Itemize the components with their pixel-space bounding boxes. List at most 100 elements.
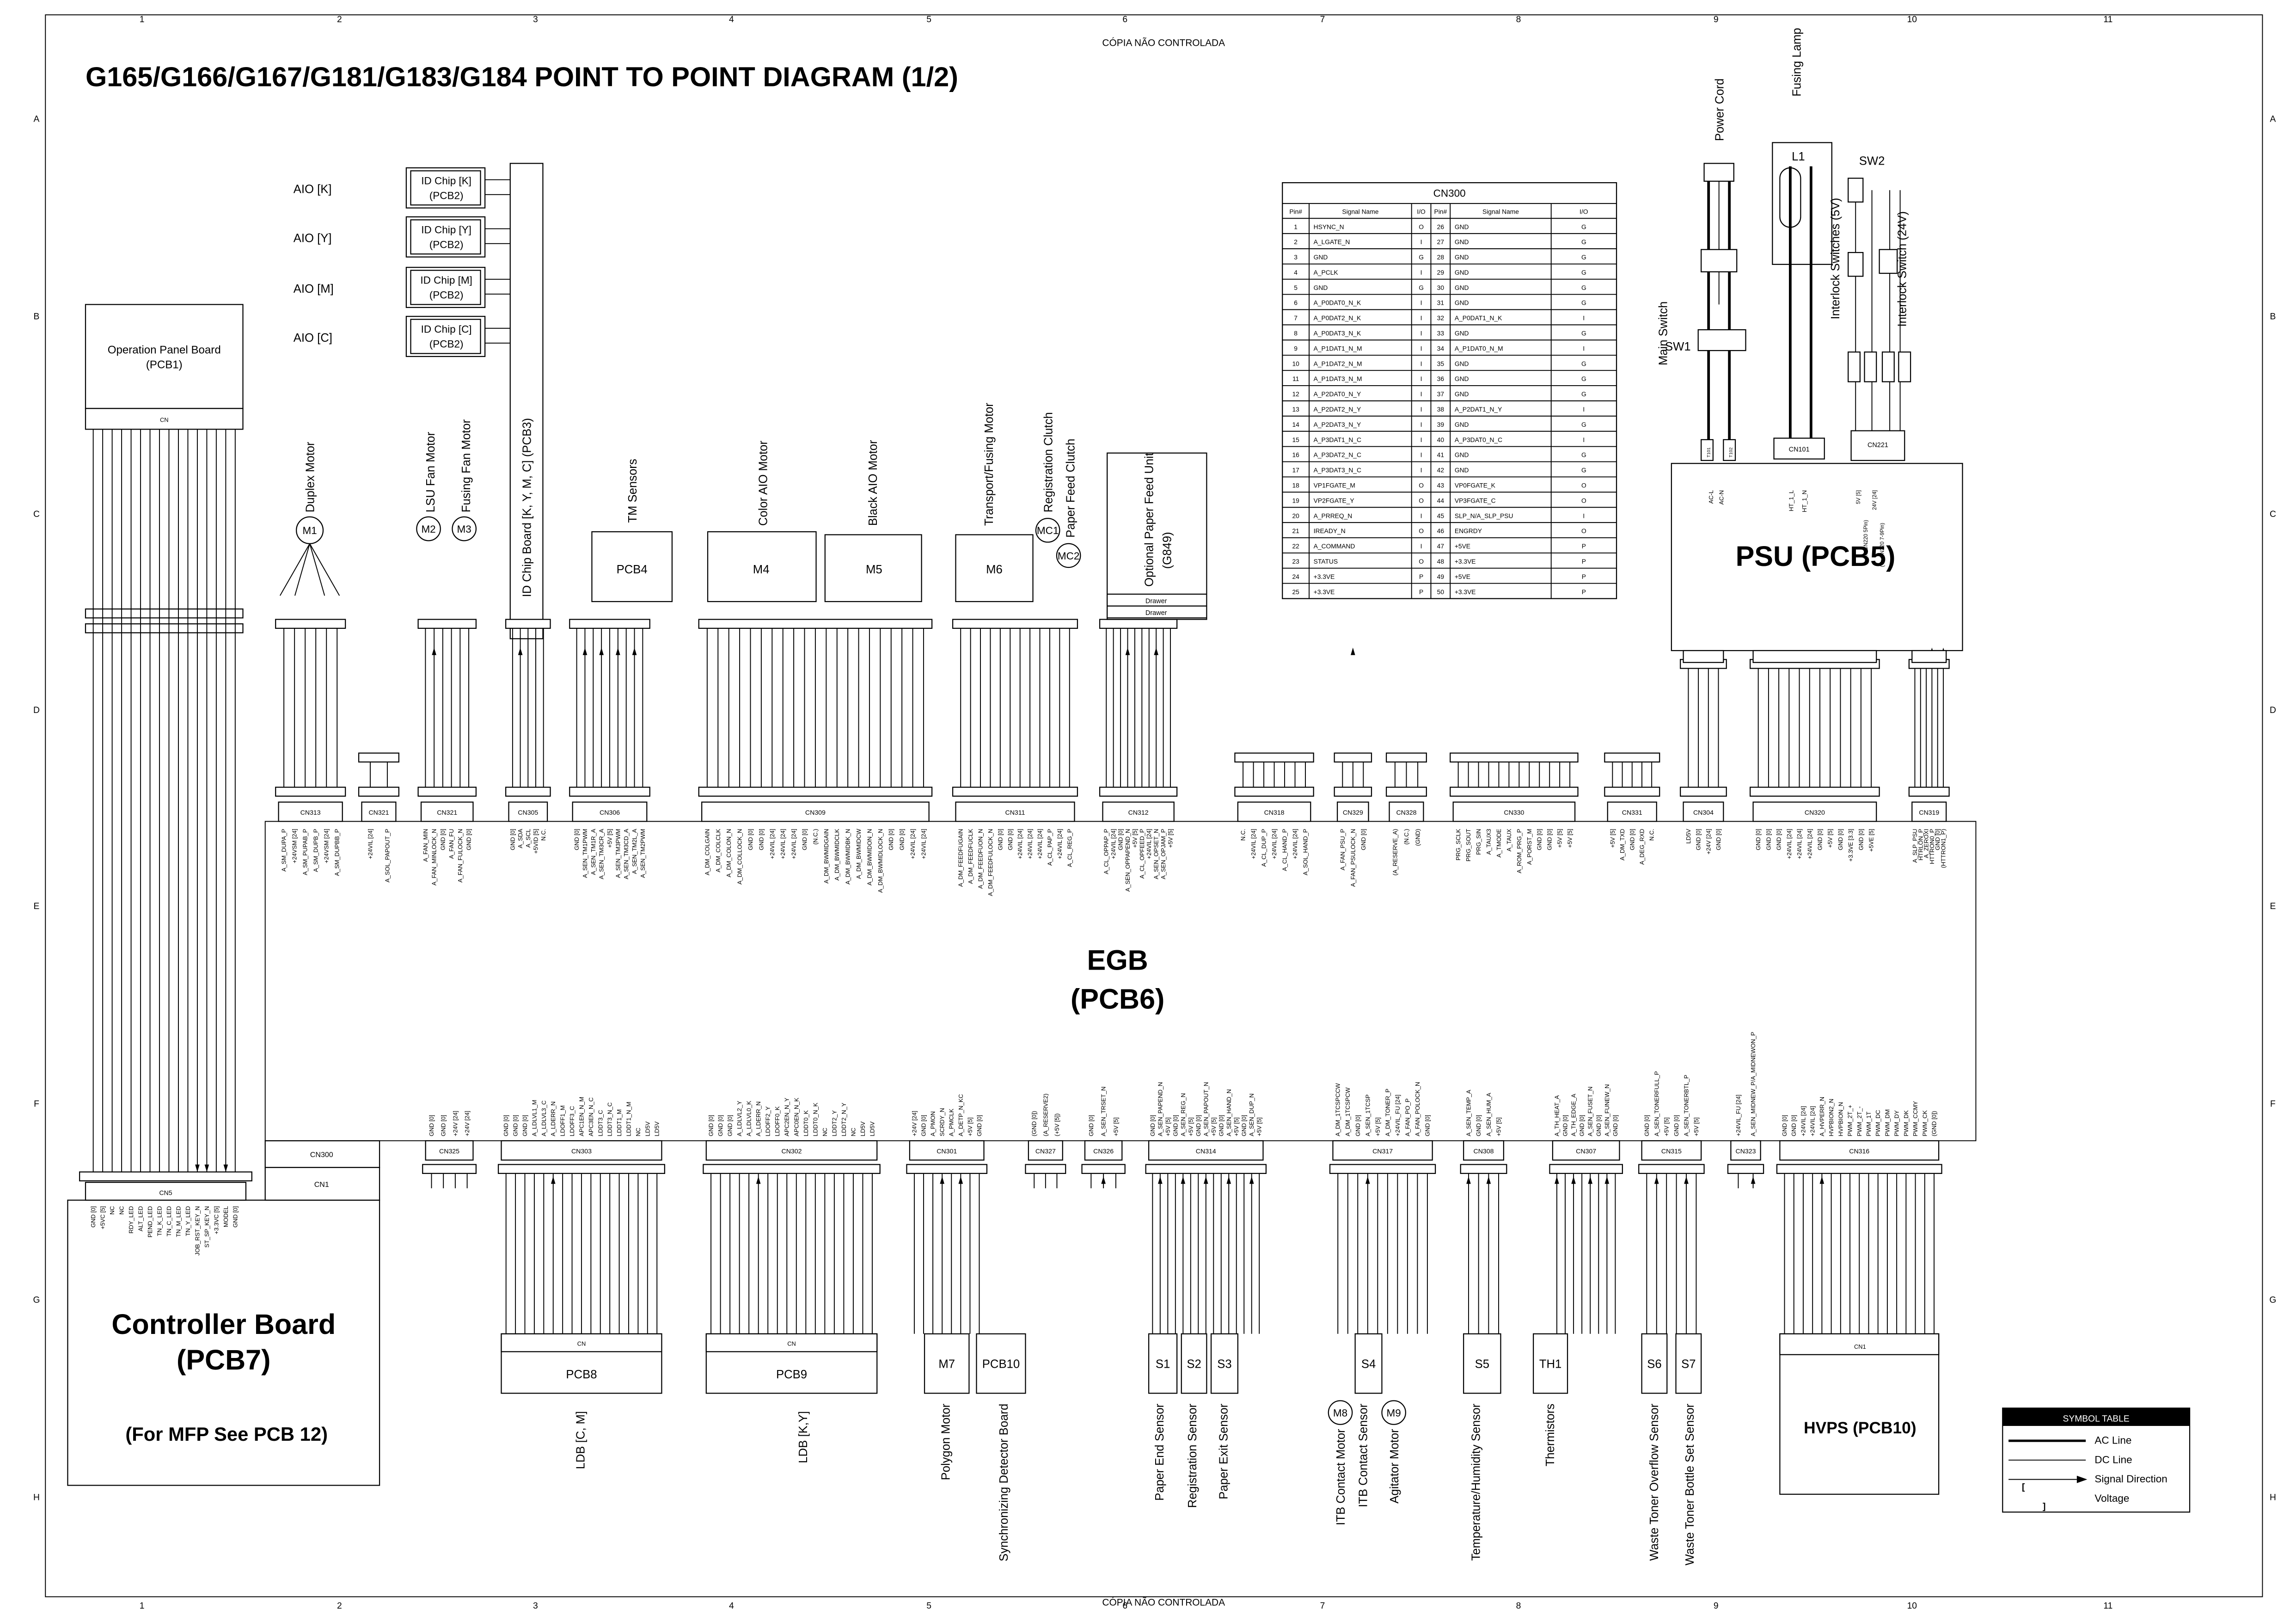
signal-label: +24VIL [24]	[909, 829, 916, 860]
row-ref-left: B	[34, 312, 40, 322]
signal-label: +24VIL [24]	[1800, 1106, 1806, 1137]
terminal-t102-label: T102	[1729, 447, 1734, 457]
cn300-cell: +3.3VE	[1455, 558, 1476, 565]
cn221-label: CN221	[1867, 442, 1888, 449]
connector-label: CN318	[1264, 809, 1285, 816]
signal-label: GND [0]	[512, 1115, 519, 1136]
signal-label: LDDT3_C	[597, 1110, 604, 1136]
signal-label: GND [0]	[1643, 1115, 1650, 1136]
cn300-cell: 10	[1292, 360, 1299, 367]
cn300-cell: 35	[1437, 360, 1445, 367]
connector-label: CN330	[1504, 809, 1524, 816]
signal-label: A_SEN_TM3CD_A	[623, 829, 630, 879]
signal-label: A_LDLVL2_Y	[736, 1100, 743, 1136]
cn300-cell: G	[1581, 299, 1586, 307]
signal-arrow-icon	[1125, 647, 1130, 655]
signal-label: +24VIL [24]	[1271, 829, 1278, 860]
signal-label: GND [0]	[573, 829, 580, 850]
cn300-header-cell: Pin#	[1434, 208, 1447, 215]
signal-label: +24VIL_FU [24]	[1394, 1094, 1401, 1136]
registration-clutch-icon-label: MC1	[1037, 525, 1059, 536]
signal-label: APC3EN_N_C	[588, 1097, 594, 1136]
cn300-cell: P	[1582, 558, 1586, 565]
cn300-cell: 24	[1292, 573, 1299, 580]
signal-label: GND [0]	[747, 829, 754, 850]
optional-paper-feed-model: (G849)	[1161, 532, 1174, 569]
connector-label: CN326	[1093, 1147, 1114, 1155]
column-ref-top: 9	[1714, 15, 1719, 25]
cn300-cell: I	[1420, 512, 1422, 519]
psu-pin-label: 24V [24]	[1872, 490, 1878, 510]
row-ref-right: G	[2269, 1295, 2276, 1305]
signal-label: (HTTRON1_P)	[1940, 829, 1947, 868]
signal-label: GND [0]	[1195, 1115, 1202, 1136]
signal-label: A_FAN_MIN	[422, 829, 429, 862]
component-s4-id: S4	[1361, 1358, 1376, 1371]
connector-plug	[569, 619, 650, 629]
cn300-cell: I	[1420, 451, 1422, 459]
component-pcb10-label: Synchronizing Detector Board	[998, 1404, 1010, 1561]
signal-arrow-icon	[432, 647, 436, 655]
cn300-cell: 48	[1437, 558, 1445, 565]
id-chip-pcb: (PCB2)	[429, 190, 464, 201]
signal-label: PWM_DK	[1903, 1110, 1910, 1137]
cn300-cell: 43	[1437, 481, 1445, 489]
inline-connector	[1881, 351, 1895, 382]
signal-label: A_DEG_RXD	[1638, 829, 1645, 865]
connector-plug	[1099, 786, 1178, 797]
signal-arrow-icon	[599, 647, 604, 655]
signal-label: LD5V	[859, 1121, 866, 1137]
connector-plug	[1025, 1164, 1066, 1174]
signal-label: PWM_2T_+	[1847, 1105, 1854, 1136]
operation-panel-connector-label: CN	[160, 416, 169, 423]
cn300-cell: 3	[1294, 253, 1298, 261]
id-chip-name: ID Chip [Y]	[421, 224, 471, 235]
signal-label: A_PORST_M	[1526, 829, 1533, 865]
cn300-cell: A_P3DAT2_N_C	[1314, 451, 1361, 459]
cn300-cell: 27	[1437, 238, 1444, 246]
signal-label: APC1EN_N_M	[578, 1097, 585, 1137]
signal-label: GND [0]	[1241, 1115, 1248, 1136]
cn300-cell: ENGRDY	[1455, 527, 1482, 535]
signal-label: PWM_1T	[1865, 1112, 1872, 1137]
cn300-cell: I	[1420, 390, 1422, 398]
controller-name: Controller Board	[111, 1309, 336, 1340]
signal-label: PWM_DC	[1874, 1110, 1881, 1137]
signal-label: A_SEN_DUP_N	[1248, 1094, 1255, 1137]
itb-contact-motor-label: ITB Contact Motor	[1335, 1429, 1347, 1525]
terminal-t101-label: T101	[1706, 447, 1711, 457]
paper-feed-clutch-icon-label: MC2	[1058, 550, 1079, 562]
aio-label: AIO [C]	[294, 332, 332, 344]
main-switch-label: Main Switch	[1657, 301, 1670, 365]
signal-label: +24V [24]	[911, 1111, 918, 1136]
cn5-signal-label: JOB_RST_KEY_N	[194, 1206, 201, 1256]
column-ref-top: 3	[533, 15, 538, 25]
cn300-cell: 15	[1292, 436, 1299, 443]
cn300-header-cell: Signal Name	[1342, 208, 1378, 215]
connector-plug	[275, 619, 346, 629]
cn5-signal-label: MODEL	[222, 1206, 229, 1228]
connector-label: CN319	[1919, 809, 1939, 816]
itb-contact-motor-icon-label: M8	[1333, 1407, 1347, 1419]
signal-label: GND [0]	[758, 829, 765, 850]
agitator-motor-icon-label: M9	[1387, 1407, 1401, 1419]
signal-label: +24VIL [24]	[1796, 829, 1803, 860]
cn300-header-cell: Pin#	[1289, 208, 1302, 215]
cn300-cell: 30	[1437, 284, 1445, 291]
signal-label: A_DM_TONER_P	[1384, 1088, 1391, 1136]
signal-label: +24VIL [24]	[920, 829, 927, 860]
signal-label: +24VIL [24]	[1806, 829, 1813, 860]
connector-plug	[1334, 752, 1372, 763]
signal-label: GND [0]	[1695, 829, 1702, 850]
column-ref-bottom: 11	[2103, 1601, 2112, 1611]
signal-label: APC2EN_N_Y	[784, 1098, 790, 1137]
egb-board	[264, 821, 1977, 1142]
cn300-cell: HSYNC_N	[1314, 223, 1344, 230]
connector-label: CN306	[600, 809, 620, 816]
column-ref-bottom: 10	[1907, 1601, 1917, 1611]
signal-label: A_DM_BWMIDCW	[855, 829, 862, 879]
component-s3-id: S3	[1217, 1358, 1231, 1371]
signal-label: A_FAN_MINLOCK_N	[431, 829, 438, 886]
component-pcb8-id: PCB8	[566, 1368, 597, 1381]
row-ref-right: C	[2270, 510, 2276, 519]
